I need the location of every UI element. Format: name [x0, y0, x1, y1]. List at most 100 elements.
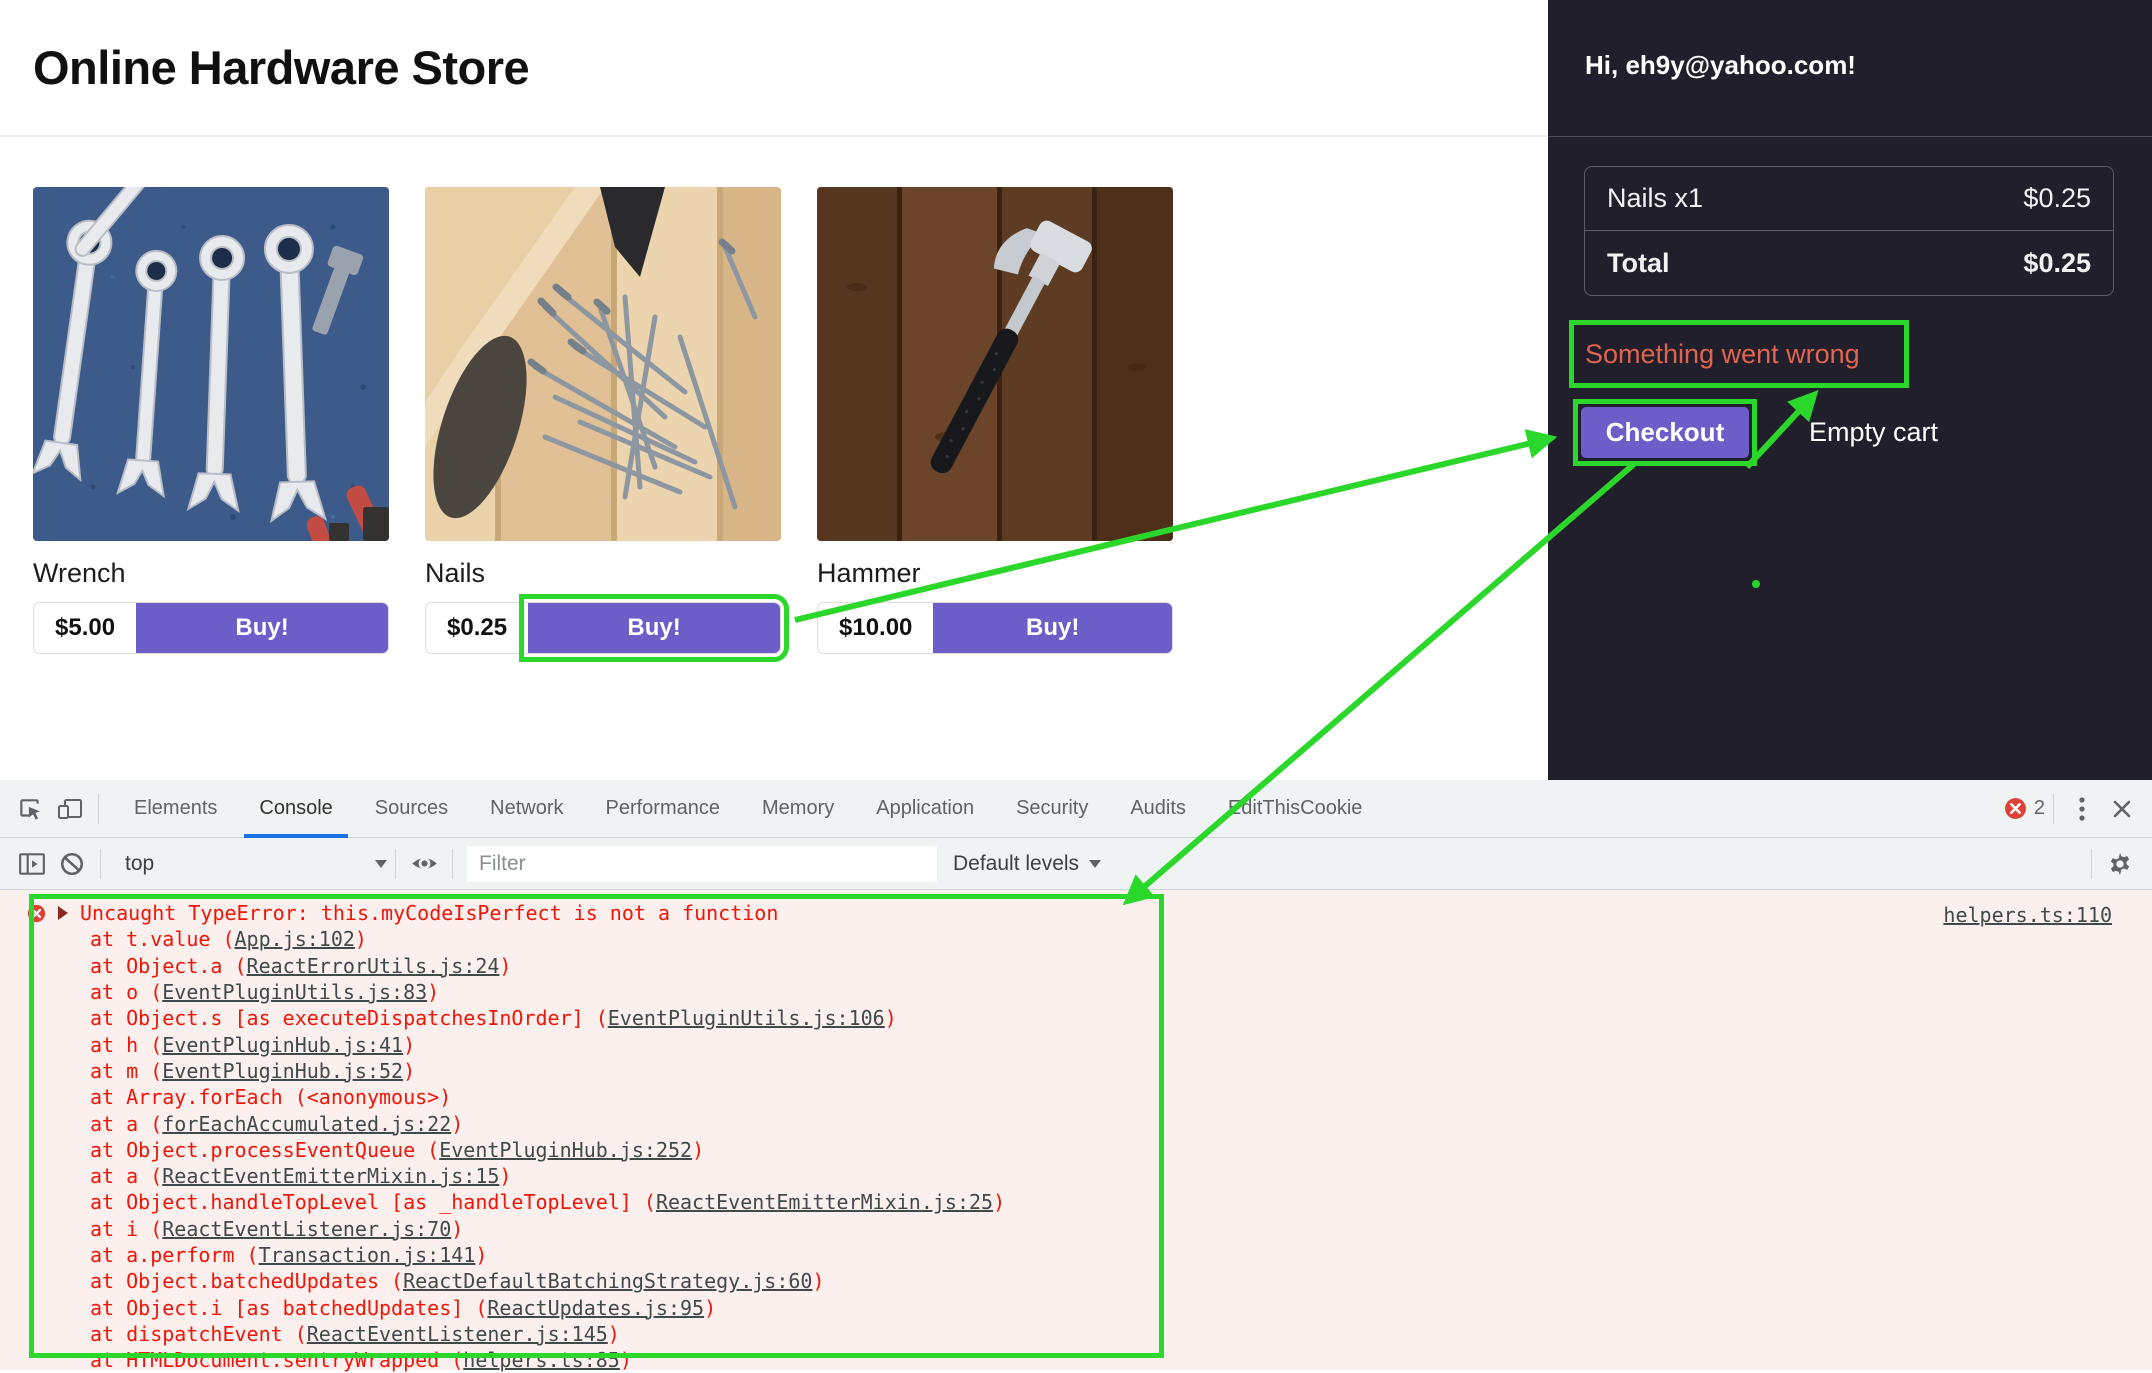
error-message: Uncaught TypeError: this.myCodeIsPerfect…	[80, 901, 778, 925]
toolbar-separator	[395, 849, 396, 879]
stack-frame: at a.perform (Transaction.js:141)	[0, 1242, 2152, 1268]
stack-frame-text: )	[451, 1217, 463, 1241]
tab-console[interactable]: Console	[238, 780, 353, 838]
error-count-icon	[2004, 797, 2027, 820]
buy-button-nails[interactable]: Buy!	[528, 603, 780, 653]
product-image-wrench	[33, 187, 389, 541]
context-selector[interactable]: top	[125, 852, 387, 876]
tab-network[interactable]: Network	[469, 780, 584, 838]
cart-error-message: Something went wrong	[1569, 320, 1909, 388]
stack-frame-text: at t.value (	[90, 927, 235, 951]
tab-sources[interactable]: Sources	[354, 780, 469, 838]
stack-frame-link[interactable]: ReactDefaultBatchingStrategy.js:60	[403, 1269, 812, 1293]
error-count: 2	[2034, 797, 2045, 820]
store-header: Online Hardware Store	[0, 0, 1548, 137]
stack-frame-link[interactable]: EventPluginUtils.js:83	[162, 980, 427, 1004]
stack-frame: at Object.batchedUpdates (ReactDefaultBa…	[0, 1268, 2152, 1294]
annotation-dot	[1752, 580, 1760, 588]
cart-item-price: $0.25	[2023, 183, 2091, 214]
stack-frame: at Object.processEventQueue (EventPlugin…	[0, 1137, 2152, 1163]
stack-frame: at Array.forEach (<anonymous>)	[0, 1084, 2152, 1110]
user-greeting: Hi, eh9y@yahoo.com!	[1585, 50, 1856, 81]
device-toolbar-icon[interactable]	[50, 789, 90, 829]
stack-frame-text: at dispatchEvent (	[90, 1322, 307, 1346]
tab-audits[interactable]: Audits	[1109, 780, 1207, 838]
product-price: $10.00	[818, 603, 933, 653]
devtools-panel: ElementsConsoleSourcesNetworkPerformance…	[0, 780, 2152, 1370]
tab-editthiscookie[interactable]: EditThisCookie	[1207, 780, 1384, 838]
stack-frame-link[interactable]: helpers.ts:85	[463, 1348, 620, 1372]
inspect-cursor-icon[interactable]	[10, 789, 50, 829]
product-grid: Wrench $5.00 Buy!	[33, 187, 1173, 654]
stack-frame-text: )	[403, 1033, 415, 1057]
stack-frame-text: at i (	[90, 1217, 162, 1241]
stack-frame-link[interactable]: App.js:102	[235, 927, 355, 951]
toolbar-separator	[98, 794, 99, 824]
tab-application[interactable]: Application	[855, 780, 995, 838]
stack-frame: at a (forEachAccumulated.js:22)	[0, 1110, 2152, 1136]
error-source-link[interactable]: helpers.ts:110	[1943, 903, 2112, 927]
kebab-menu-icon[interactable]	[2062, 789, 2102, 829]
stack-frame-link[interactable]: Transaction.js:141	[259, 1243, 476, 1267]
product-name: Hammer	[817, 558, 1173, 589]
stack-frame-text: at HTMLDocument.sentryWrapped (	[90, 1348, 463, 1372]
cart-total-row: Total $0.25	[1585, 231, 2113, 295]
product-name: Nails	[425, 558, 781, 589]
product-price: $0.25	[426, 603, 528, 653]
stack-frame-link[interactable]: ReactEventEmitterMixin.js:15	[162, 1164, 499, 1188]
stack-frame-text: )	[704, 1296, 716, 1320]
filter-input[interactable]	[467, 846, 937, 882]
console-log-area: Uncaught TypeError: this.myCodeIsPerfect…	[0, 890, 2152, 1370]
disclosure-triangle-icon[interactable]	[58, 906, 68, 920]
stack-frame-text: at Object.i [as batchedUpdates] (	[90, 1296, 487, 1320]
stack-frame-link[interactable]: ReactErrorUtils.js:24	[247, 954, 500, 978]
product-image-hammer	[817, 187, 1173, 541]
console-error-headline: Uncaught TypeError: this.myCodeIsPerfect…	[0, 900, 2152, 926]
close-icon[interactable]	[2102, 789, 2142, 829]
gear-icon[interactable]	[2100, 844, 2140, 884]
error-count-badge[interactable]: 2	[2004, 797, 2045, 820]
eye-icon[interactable]	[404, 844, 444, 884]
tab-performance[interactable]: Performance	[585, 780, 742, 838]
stack-frame-link[interactable]: EventPluginHub.js:252	[439, 1138, 692, 1162]
stack-frame-text: )	[427, 980, 439, 1004]
checkout-button[interactable]: Checkout	[1581, 407, 1749, 458]
price-row: $0.25 Buy!	[425, 602, 781, 654]
toolbar-separator	[2091, 849, 2092, 879]
stack-frame-text: at m (	[90, 1059, 162, 1083]
buy-button-wrench[interactable]: Buy!	[136, 603, 388, 653]
cart-item-label: Nails x1	[1607, 183, 1703, 214]
stack-frame-link[interactable]: ReactEventEmitterMixin.js:25	[656, 1190, 993, 1214]
stack-frame: at i (ReactEventListener.js:70)	[0, 1216, 2152, 1242]
tab-security[interactable]: Security	[995, 780, 1109, 838]
stack-frame: at Object.a (ReactErrorUtils.js:24)	[0, 953, 2152, 979]
empty-cart-button[interactable]: Empty cart	[1809, 417, 1938, 448]
stack-frame-text: at Object.processEventQueue (	[90, 1138, 439, 1162]
cart-table: Nails x1 $0.25 Total $0.25	[1584, 166, 2114, 296]
product-name: Wrench	[33, 558, 389, 589]
context-selector-value: top	[125, 852, 154, 876]
clear-console-icon[interactable]	[52, 844, 92, 884]
stack-frame-text: )	[475, 1243, 487, 1267]
product-price: $5.00	[34, 603, 136, 653]
toolbar-separator	[452, 849, 453, 879]
stack-frame-link[interactable]: EventPluginHub.js:52	[162, 1059, 403, 1083]
product-card-nails: Nails $0.25 Buy!	[425, 187, 781, 654]
stack-frame-link[interactable]: ReactEventListener.js:70	[162, 1217, 451, 1241]
stack-frame-link[interactable]: EventPluginHub.js:41	[162, 1033, 403, 1057]
tab-elements[interactable]: Elements	[113, 780, 238, 838]
stack-frame-text: )	[499, 1164, 511, 1188]
product-image-nails	[425, 187, 781, 541]
console-sidebar-icon[interactable]	[12, 844, 52, 884]
stack-frame-link[interactable]: ReactEventListener.js:145	[307, 1322, 608, 1346]
log-levels-selector[interactable]: Default levels	[953, 852, 1101, 876]
stack-frame: at Object.s [as executeDispatchesInOrder…	[0, 1005, 2152, 1031]
cart-item-row: Nails x1 $0.25	[1585, 167, 2113, 231]
stack-frame-link[interactable]: EventPluginUtils.js:106	[608, 1006, 885, 1030]
cart-error-text: Something went wrong	[1585, 339, 1860, 370]
tab-memory[interactable]: Memory	[741, 780, 855, 838]
stack-frame-link[interactable]: ReactUpdates.js:95	[487, 1296, 704, 1320]
page-title: Online Hardware Store	[33, 40, 529, 95]
stack-frame-link[interactable]: forEachAccumulated.js:22	[162, 1112, 451, 1136]
buy-button-hammer[interactable]: Buy!	[933, 603, 1172, 653]
